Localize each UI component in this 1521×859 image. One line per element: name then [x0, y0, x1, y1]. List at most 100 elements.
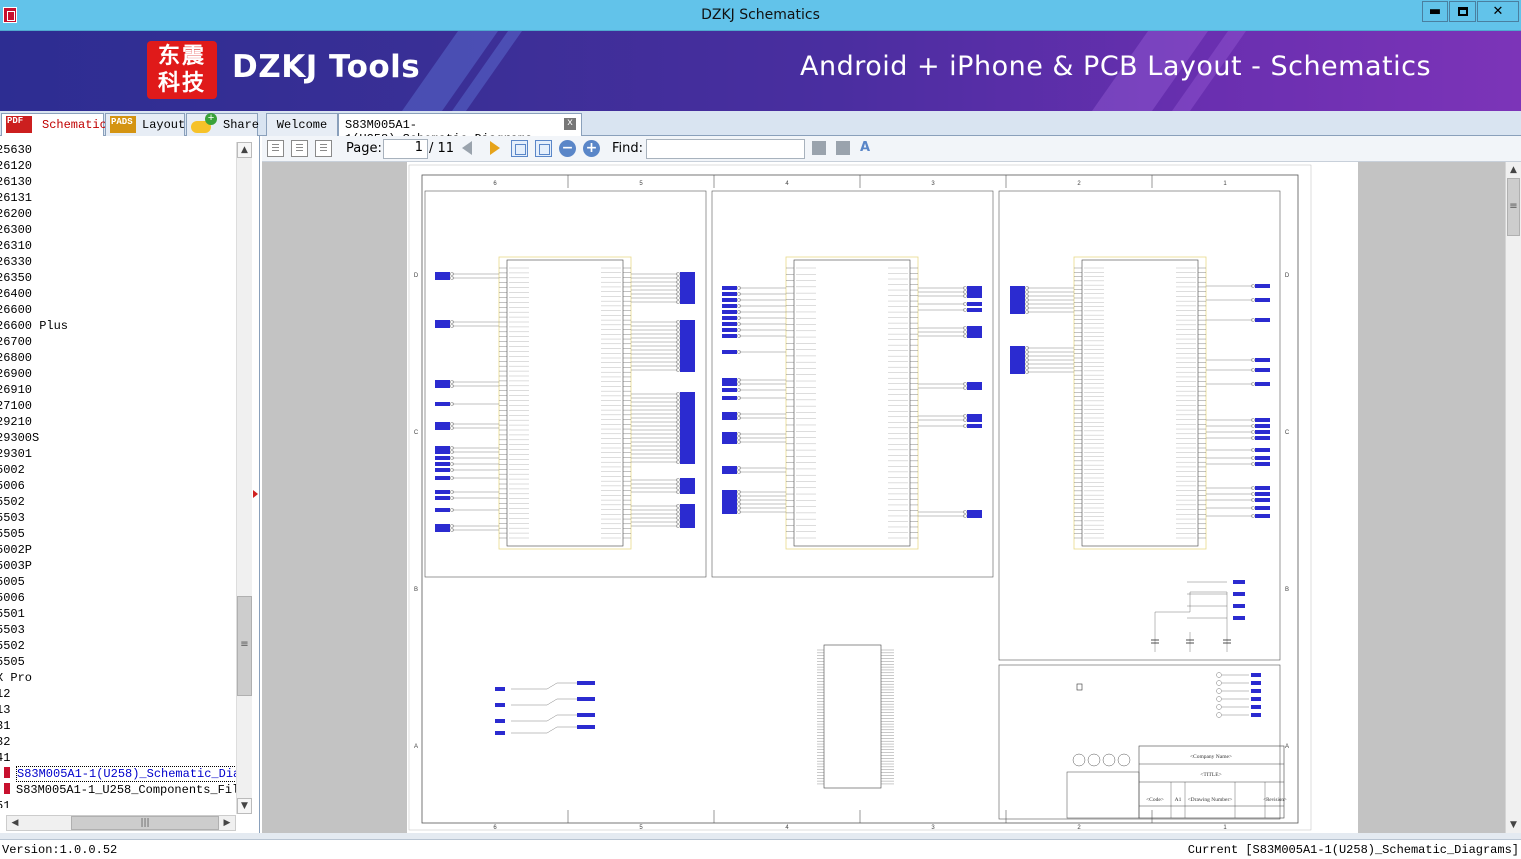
file-list-item[interactable]: 25630 [0, 142, 236, 158]
column-label: 1 [1223, 181, 1227, 187]
file-list-item[interactable]: 13 [0, 702, 236, 718]
file-list-item[interactable]: 26310 [0, 238, 236, 254]
file-list-item[interactable]: 5505 [0, 654, 236, 670]
scroll-down-icon[interactable]: ▼ [237, 798, 252, 814]
file-list-item[interactable]: 26330 [0, 254, 236, 270]
file-list-item[interactable]: 12 [0, 686, 236, 702]
document-canvas[interactable]: 6 6 5 5 4 4 3 3 2 2 1 1 D D C C B B A A <Company Name> <TITLE… [262, 162, 1505, 833]
fit-width-icon[interactable] [511, 140, 528, 157]
file-list-item[interactable]: 26130 [0, 174, 236, 190]
file-list-item[interactable]: 5502 [0, 494, 236, 510]
scroll-left-icon[interactable]: ◀ [7, 816, 23, 830]
file-list-item[interactable]: 26131 [0, 190, 236, 206]
previous-page-icon[interactable] [462, 141, 472, 155]
scroll-thumb[interactable]: ≡ [237, 596, 252, 696]
scroll-right-icon[interactable]: ▶ [219, 816, 235, 830]
tab-schematic[interactable]: PDF Schematic [1, 113, 107, 136]
file-list-item-label: 26200 [0, 207, 33, 221]
fit-page-icon[interactable] [535, 140, 552, 157]
net-label [680, 292, 695, 296]
close-button[interactable]: ✕ [1477, 1, 1519, 22]
file-list-item[interactable]: 5502 [0, 638, 236, 654]
window-title: DZKJ Schematics [701, 7, 820, 23]
file-list-item[interactable]: X Pro [0, 670, 236, 686]
scroll-down-icon[interactable]: ▼ [1506, 817, 1521, 833]
ic-outline [1073, 256, 1207, 550]
file-list-item[interactable]: 26900 [0, 366, 236, 382]
net-wire [511, 714, 577, 722]
copy-page-icon[interactable] [291, 140, 308, 157]
scroll-thumb[interactable]: ≡ [1507, 178, 1520, 236]
file-list-item[interactable]: 5503 [0, 510, 236, 526]
file-list-item[interactable]: 26600 Plus [0, 318, 236, 334]
file-list-item[interactable]: 27100 [0, 398, 236, 414]
brand-name: DZKJ Tools [232, 49, 421, 85]
file-list-item[interactable]: 32 [0, 734, 236, 750]
file-list-item[interactable]: 5501 [0, 606, 236, 622]
sidebar-vertical-scrollbar[interactable]: ▲ ≡ ▼ [236, 142, 252, 814]
file-list-item[interactable]: 5006 [0, 478, 236, 494]
file-list-item[interactable]: 26800 [0, 350, 236, 366]
page-number-input[interactable]: 1 [383, 139, 428, 159]
subsheet-frame [424, 190, 707, 578]
net-label [1255, 430, 1270, 434]
open-document-icon[interactable] [267, 140, 284, 157]
net-label [680, 456, 695, 460]
sidebar-horizontal-scrollbar[interactable]: ◀ ||| ▶ [6, 815, 236, 831]
net-label [435, 508, 450, 512]
file-list-item[interactable]: 5006 [0, 590, 236, 606]
file-list-item[interactable]: S83M005A1-1_U258_Components_File [0, 782, 236, 798]
file-list-item[interactable]: 31 [0, 718, 236, 734]
match-case-icon[interactable]: A [860, 141, 874, 155]
file-list-item[interactable]: 5002 [0, 462, 236, 478]
scroll-up-icon[interactable]: ▲ [237, 142, 252, 158]
net-label [680, 320, 695, 324]
tab-share[interactable]: Share [186, 113, 260, 136]
tab-layout[interactable]: PADS Layout [105, 113, 185, 136]
file-list-item[interactable]: 26200 [0, 206, 236, 222]
zoom-out-icon[interactable]: − [559, 140, 576, 157]
file-list-item[interactable]: 29300S [0, 430, 236, 446]
file-list-item-label: 5502 [0, 639, 25, 653]
file-list-item[interactable]: 5505 [0, 526, 236, 542]
file-list-item[interactable]: 26400 [0, 286, 236, 302]
file-list-item[interactable]: 5503 [0, 622, 236, 638]
next-page-icon[interactable] [490, 141, 500, 155]
scroll-thumb-horizontal[interactable]: ||| [71, 816, 219, 830]
file-list-item-label: 26350 [0, 271, 33, 285]
net-label [722, 416, 737, 420]
find-input[interactable] [646, 139, 805, 159]
file-list-item[interactable]: 41 [0, 750, 236, 766]
net-label [680, 520, 695, 524]
scroll-up-icon[interactable]: ▲ [1506, 162, 1521, 178]
file-list-item[interactable]: 51 [0, 798, 236, 808]
file-list-item[interactable]: 29301 [0, 446, 236, 462]
file-list-item[interactable]: 26600 [0, 302, 236, 318]
file-list-item[interactable]: 26300 [0, 222, 236, 238]
file-list-item[interactable]: 26700 [0, 334, 236, 350]
file-list-item[interactable]: 5005 [0, 574, 236, 590]
tab-share-label: Share [223, 118, 260, 132]
file-list-item[interactable]: 5003P [0, 558, 236, 574]
minimize-button[interactable]: ▬ [1422, 1, 1448, 22]
two-page-view-icon[interactable] [315, 140, 332, 157]
zoom-in-icon[interactable]: + [583, 140, 600, 157]
file-list-item[interactable]: 26350 [0, 270, 236, 286]
net-label [680, 332, 695, 336]
canvas-vertical-scrollbar[interactable]: ▲ ≡ ▼ [1505, 162, 1521, 833]
collapse-sidebar-icon[interactable] [253, 490, 258, 498]
maximize-button[interactable] [1449, 1, 1476, 22]
tab-welcome[interactable]: Welcome [266, 113, 338, 136]
find-previous-icon[interactable] [812, 141, 826, 155]
file-list-item-label: 26900 [0, 367, 33, 381]
tab-document[interactable]: S83M005A1-1(U258)_Schematic_Diagrams x [338, 113, 582, 146]
file-list-item[interactable]: 5002P [0, 542, 236, 558]
net-label [967, 294, 982, 298]
file-list-item[interactable]: 26120 [0, 158, 236, 174]
close-tab-icon[interactable]: x [564, 118, 576, 130]
find-next-icon[interactable] [836, 141, 850, 155]
file-list-item[interactable]: 29210 [0, 414, 236, 430]
file-list-item[interactable]: S83M005A1-1(U258)_Schematic_Diagrams [0, 766, 236, 782]
file-list-item-label: 26700 [0, 335, 33, 349]
file-list-item[interactable]: 26910 [0, 382, 236, 398]
